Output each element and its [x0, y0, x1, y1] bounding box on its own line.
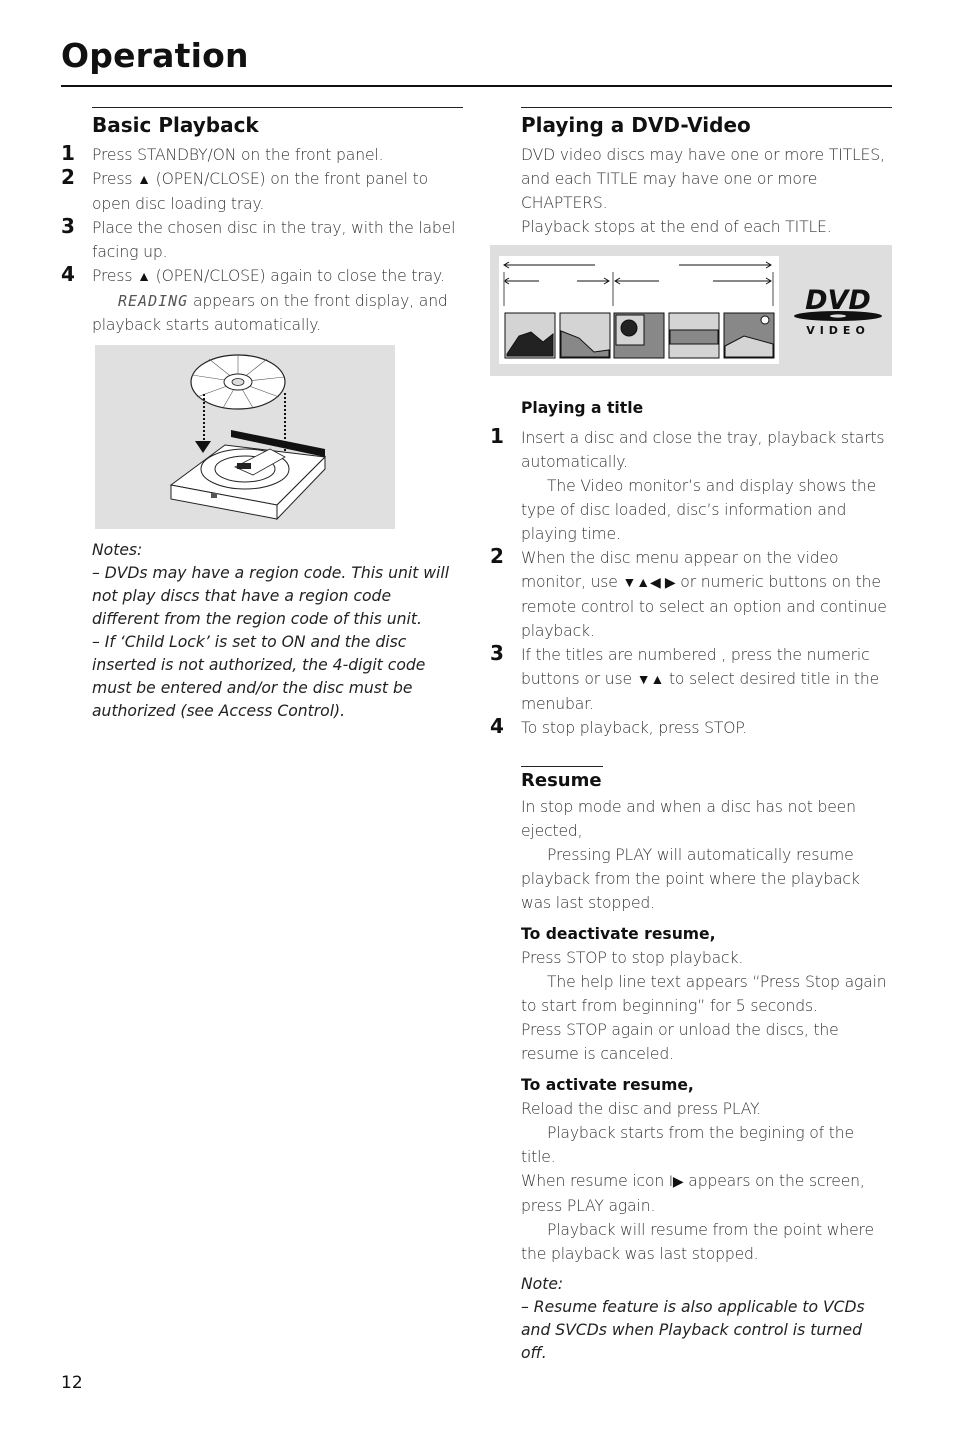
resume-heading: Resume: [521, 770, 602, 791]
note-item: – If ‘Child Lock’ is set to ON and the d…: [92, 633, 426, 720]
eject-icon: ▲: [137, 269, 151, 285]
notes-block: Notes: – DVDs may have a region code. Th…: [92, 539, 463, 723]
step-number: 4: [61, 262, 75, 286]
basic-step-1: 1 Press STANDBY/ON on the front panel.: [61, 141, 463, 167]
step-number: 2: [490, 544, 504, 568]
title-step-2: 2 When the disc menu appear on the video…: [490, 544, 892, 643]
step-number: 4: [490, 714, 504, 738]
title-chapter-diagram: DVD VIDEO: [490, 245, 892, 376]
step-number: 1: [490, 424, 504, 448]
note-label: Note:: [521, 1275, 564, 1293]
step-number: 2: [61, 165, 75, 189]
dvd-intro-1: DVD video discs may have one or more TIT…: [521, 146, 885, 212]
note-item: – Resume feature is also applicable to V…: [521, 1298, 865, 1362]
right-column: Playing a DVD-Video DVD video discs may …: [490, 107, 892, 1365]
resume-intro-sub: Pressing PLAY will automatically resume …: [521, 846, 860, 912]
dvd-logo-subtext: VIDEO: [806, 324, 870, 337]
step-number: 1: [61, 141, 75, 165]
resume-play-icon: I▶: [668, 1174, 684, 1190]
note-item: – DVDs may have a region code. This unit…: [92, 564, 450, 628]
resume-intro: In stop mode and when a disc has not bee…: [521, 798, 856, 840]
up-down-arrows-icon: ▼▲: [636, 672, 665, 688]
step-text-pre: Press: [92, 170, 138, 188]
title-chapter-panel: [499, 256, 779, 364]
deactivate-line-2: The help line text appears “Press Stop a…: [521, 973, 887, 1015]
disc-tray-drawing: [169, 354, 327, 521]
section-rule: [521, 766, 603, 767]
left-column: Basic Playback 1 Press STANDBY/ON on the…: [61, 107, 463, 723]
title-step-3: 3 If the titles are numbered , press the…: [490, 641, 892, 716]
lcd-display-text: READING: [118, 292, 189, 310]
basic-playback-heading: Basic Playback: [92, 113, 259, 137]
step-number: 3: [490, 641, 504, 665]
dvd-intro-2: Playback stops at the end of each TITLE.: [521, 218, 832, 236]
dvd-video-heading: Playing a DVD-Video: [521, 113, 751, 137]
section-rule: [92, 107, 463, 108]
step-subtext: The Video monitor’s and display shows th…: [521, 477, 877, 543]
playing-title-heading: Playing a title: [521, 399, 644, 417]
activate-line-3-pre: When resume icon: [521, 1172, 669, 1190]
title-step-1: 1 Insert a disc and close the tray, play…: [490, 424, 892, 546]
deactivate-line-1: Press STOP to stop playback.: [521, 949, 744, 967]
activate-heading: To activate resume,: [521, 1076, 694, 1094]
step-text: To stop playback, press STOP.: [521, 719, 748, 737]
notes-label: Notes:: [92, 541, 143, 559]
eject-icon: ▲: [137, 172, 151, 188]
dvd-video-logo: DVD VIDEO: [792, 285, 884, 341]
section-rule: [521, 107, 892, 108]
step-text-post: (OPEN/CLOSE) again to close the tray.: [150, 267, 445, 285]
title-step-4: 4 To stop playback, press STOP.: [490, 714, 892, 740]
title-rule: [61, 85, 892, 87]
step-text: Press STANDBY/ON on the front panel.: [92, 146, 384, 164]
arrow-keys-icon: ▼▲◀ ▶: [622, 575, 676, 591]
activate-line-4: Playback will resume from the point wher…: [521, 1221, 874, 1263]
page-number: 12: [61, 1373, 83, 1393]
deactivate-heading: To deactivate resume,: [521, 925, 716, 943]
activate-line-3: When resume icon I▶ appears on the scree…: [521, 1169, 892, 1218]
resume-section: Resume In stop mode and when a disc has …: [521, 766, 892, 1365]
activate-line-2: Playback starts from the begining of the…: [521, 1124, 854, 1166]
basic-step-4: 4 Press ▲ (OPEN/CLOSE) again to close th…: [61, 262, 463, 337]
basic-step-2: 2 Press ▲ (OPEN/CLOSE) on the front pane…: [61, 165, 463, 216]
resume-note-block: Note: – Resume feature is also applicabl…: [521, 1273, 892, 1365]
page-title: Operation: [61, 36, 249, 75]
step-text: Place the chosen disc in the tray, with …: [92, 219, 456, 261]
deactivate-line-3: Press STOP again or unload the discs, th…: [521, 1021, 839, 1063]
title-chapter-drawing: [503, 261, 775, 359]
dvd-logo-icon: DVD VIDEO: [794, 285, 882, 337]
step-number: 3: [61, 214, 75, 238]
disc-tray-illustration: [95, 345, 395, 529]
basic-step-3: 3 Place the chosen disc in the tray, wit…: [61, 214, 463, 264]
step-text: Insert a disc and close the tray, playba…: [521, 429, 885, 471]
activate-line-1: Reload the disc and press PLAY.: [521, 1100, 762, 1118]
step-text-pre: Press: [92, 267, 138, 285]
